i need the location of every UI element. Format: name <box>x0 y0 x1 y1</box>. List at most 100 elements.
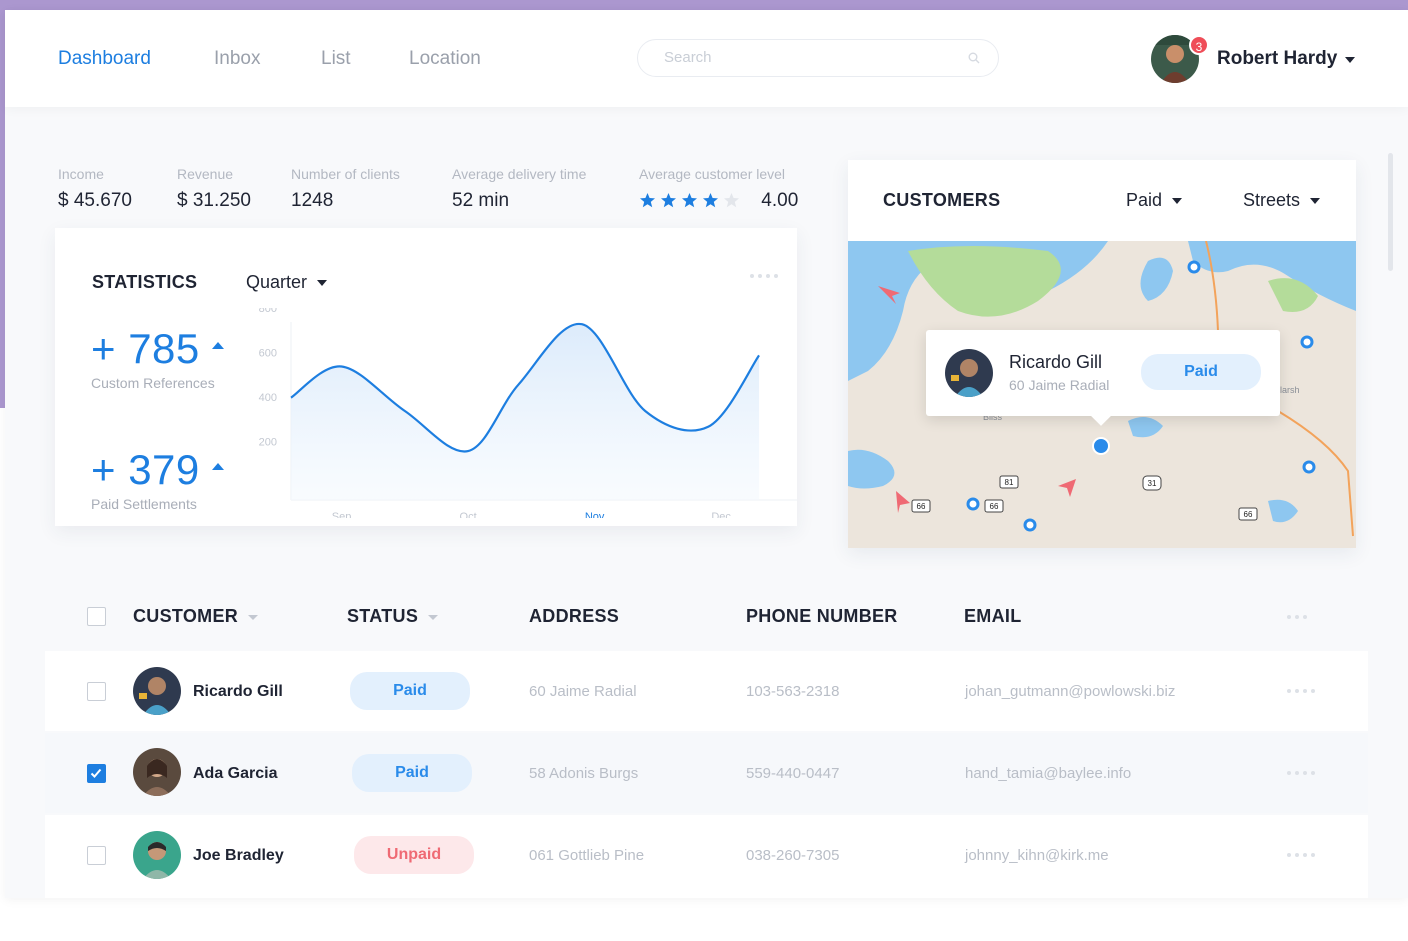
search-input[interactable] <box>664 49 964 66</box>
row-more-icon[interactable] <box>1287 689 1315 693</box>
email-cell[interactable]: johnny_kihn@kirk.me <box>965 847 1109 864</box>
selected-map-marker[interactable] <box>1092 437 1110 455</box>
phone-cell: 103-563-2318 <box>746 683 840 700</box>
customers-card: CUSTOMERS Paid Streets Bliss larsh 81 31… <box>848 160 1356 548</box>
kpi-clients: Number of clients 1248 <box>291 166 400 212</box>
address-cell: 58 Adonis Burgs <box>529 765 639 782</box>
map-marker[interactable] <box>966 497 980 511</box>
metric-paid-settlements: + 379 Paid Settlements <box>91 446 224 512</box>
statistics-card: STATISTICS Quarter + 785 Custom Referenc… <box>55 228 797 526</box>
nav-dashboard[interactable]: Dashboard <box>58 48 151 70</box>
star-filled-icon <box>661 193 676 208</box>
table-row[interactable]: Joe Bradley Unpaid 061 Gottlieb Pine 038… <box>45 815 1368 898</box>
x-tick-label[interactable]: Oct <box>460 511 477 518</box>
nav-inbox[interactable]: Inbox <box>214 48 260 70</box>
y-tick-label: 800 <box>259 308 277 315</box>
row-more-icon[interactable] <box>1287 853 1315 857</box>
column-label: CUSTOMER <box>133 606 239 626</box>
streets-filter-dropdown[interactable]: Streets <box>1243 190 1321 211</box>
customer-name[interactable]: Joe Bradley <box>193 847 284 865</box>
map-marker[interactable] <box>1023 518 1037 532</box>
kpi-value: $ 45.670 <box>58 190 132 211</box>
kpi-delivery-time: Average delivery time 52 min <box>452 166 586 212</box>
status-badge[interactable]: Paid <box>352 754 472 792</box>
customers-map[interactable]: Bliss larsh 81 31 66 66 66 Ricardo Gill … <box>848 241 1356 548</box>
row-checkbox[interactable] <box>87 846 106 865</box>
rating-value: 4.00 <box>761 190 799 211</box>
kpi-label: Average delivery time <box>452 166 587 182</box>
row-more-icon[interactable] <box>1287 771 1315 775</box>
user-name[interactable]: Robert Hardy <box>1217 48 1337 70</box>
more-options-icon[interactable] <box>750 274 778 278</box>
scrollbar[interactable] <box>1388 153 1393 271</box>
top-nav-bar: Dashboard Inbox List Location 3 Robert H… <box>5 10 1408 107</box>
kpi-customer-level: Average customer level 4.00 <box>639 166 798 212</box>
road-shield: 31 <box>1142 475 1162 491</box>
avatar <box>133 748 181 796</box>
email-cell[interactable]: johan_gutmann@powlowski.biz <box>965 683 1175 700</box>
customer-name[interactable]: Ricardo Gill <box>193 683 283 701</box>
search-box <box>637 39 999 77</box>
select-all-checkbox[interactable] <box>87 607 106 626</box>
arrow-up-icon <box>211 342 224 350</box>
email-cell[interactable]: hand_tamia@baylee.info <box>965 765 1131 782</box>
arrow-up-icon <box>211 463 224 471</box>
more-options-icon[interactable] <box>1287 615 1307 619</box>
sort-icon <box>428 614 439 620</box>
avatar <box>133 667 181 715</box>
x-tick-label[interactable]: Dec <box>711 511 731 518</box>
kpi-label: Income <box>58 166 104 182</box>
metric-value: + 785 <box>91 325 200 372</box>
metric-label: Custom References <box>91 375 215 391</box>
kpi-label: Revenue <box>177 166 234 182</box>
period-label: Quarter <box>246 272 308 292</box>
svg-text:66: 66 <box>990 502 999 511</box>
paid-filter-dropdown[interactable]: Paid <box>1126 190 1183 211</box>
column-header-customer[interactable]: CUSTOMER <box>133 606 259 627</box>
x-tick-label[interactable]: Sep <box>332 511 352 518</box>
avatar <box>945 349 993 397</box>
table-row[interactable]: Ada Garcia Paid 58 Adonis Burgs 559-440-… <box>45 733 1368 813</box>
notification-badge[interactable]: 3 <box>1189 35 1209 55</box>
filter-label: Streets <box>1243 190 1301 210</box>
map-marker[interactable] <box>1187 260 1201 274</box>
star-empty-icon <box>724 193 739 208</box>
column-label: STATUS <box>347 606 419 626</box>
phone-cell: 559-440-0447 <box>746 765 840 782</box>
map-marker[interactable] <box>1300 335 1314 349</box>
customer-name[interactable]: Ada Garcia <box>193 765 277 783</box>
x-tick-label[interactable]: Nov <box>585 511 605 518</box>
y-tick-label: 200 <box>259 437 277 449</box>
kpi-label: Number of clients <box>291 166 400 182</box>
status-badge[interactable]: Paid <box>1141 354 1261 390</box>
address-cell: 60 Jaime Radial <box>529 683 637 700</box>
avatar <box>133 831 181 879</box>
kpi-revenue: Revenue $ 31.250 <box>177 166 251 212</box>
status-badge[interactable]: Unpaid <box>354 836 474 874</box>
map-customer-popup[interactable]: Ricardo Gill 60 Jaime Radial Paid <box>926 330 1280 416</box>
row-checkbox[interactable] <box>87 764 106 783</box>
map-marker[interactable] <box>1302 460 1316 474</box>
road-shield: 66 <box>1238 507 1258 521</box>
y-tick-label: 400 <box>259 392 277 404</box>
row-checkbox[interactable] <box>87 682 106 701</box>
star-filled-icon <box>682 193 697 208</box>
statistics-chart: 800 600 400 200 Sep Oct Nov Dec <box>259 308 797 518</box>
rating-row: 4.00 <box>639 190 798 212</box>
chevron-down-icon[interactable] <box>1345 57 1355 63</box>
filter-label: Paid <box>1126 190 1163 210</box>
chevron-down-icon <box>1310 198 1321 205</box>
nav-location[interactable]: Location <box>409 48 481 70</box>
kpi-value: 1248 <box>291 190 334 211</box>
metric-value: + 379 <box>91 446 200 493</box>
star-filled-icon <box>703 193 718 208</box>
nav-list[interactable]: List <box>321 48 351 70</box>
svg-text:66: 66 <box>1244 510 1253 519</box>
status-badge[interactable]: Paid <box>350 672 470 710</box>
period-dropdown[interactable]: Quarter <box>246 272 328 293</box>
map-town-label: larsh <box>1280 385 1300 395</box>
search-icon[interactable] <box>968 52 980 64</box>
road-shield: 66 <box>911 499 931 513</box>
column-header-status[interactable]: STATUS <box>347 606 439 627</box>
table-row[interactable]: Ricardo Gill Paid 60 Jaime Radial 103-56… <box>45 651 1368 731</box>
